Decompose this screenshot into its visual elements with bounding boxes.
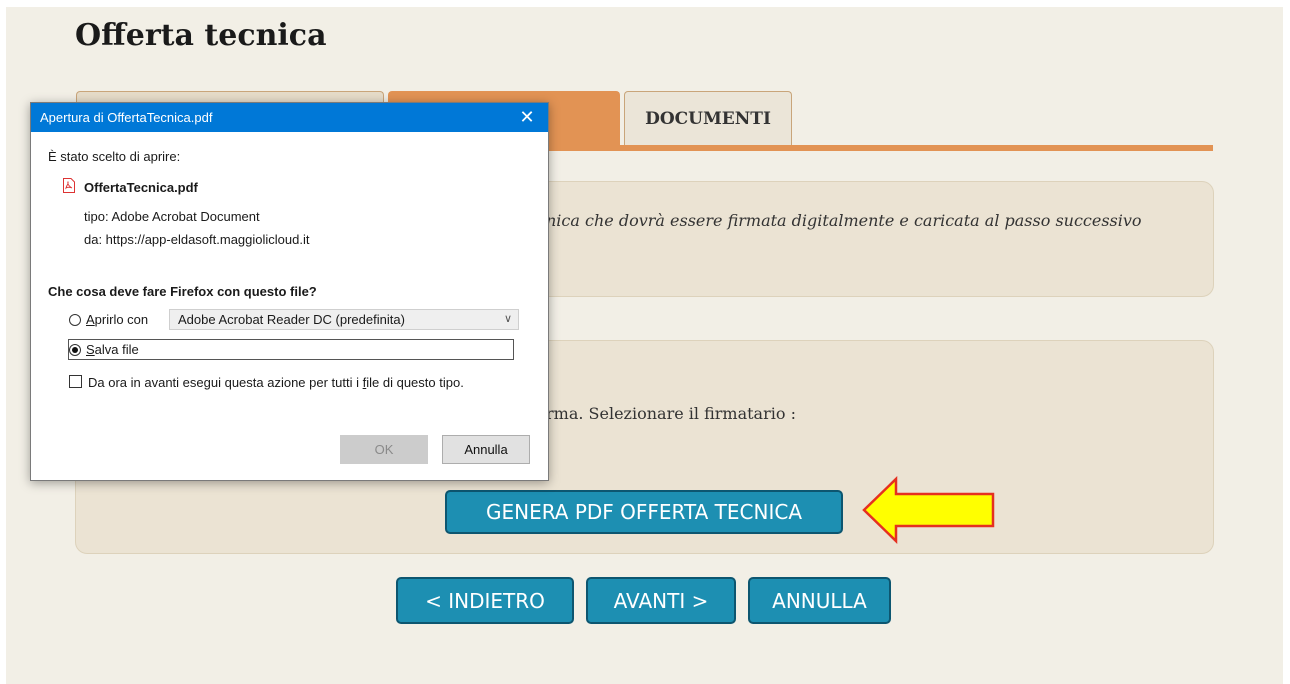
download-dialog: Apertura di OffertaTecnica.pdf ✕ È stato…: [30, 102, 549, 481]
file-type: tipo: Adobe Acrobat Document: [84, 209, 260, 224]
open-with-app: Adobe Acrobat Reader DC (predefinita): [178, 312, 405, 327]
signer-text: rma. Selezionare il firmatario :: [546, 404, 796, 423]
chevron-down-icon: ∨: [503, 313, 512, 325]
annulla-button[interactable]: Annulla: [442, 435, 530, 464]
save-file-radio[interactable]: [69, 344, 81, 356]
close-icon[interactable]: ✕: [506, 103, 548, 132]
generate-pdf-button[interactable]: GENERA PDF OFFERTA TECNICA: [445, 490, 843, 534]
info-text: nica che dovrà essere firmata digitalmen…: [546, 211, 1142, 230]
save-file-label[interactable]: Salva file: [86, 342, 139, 357]
back-button[interactable]: < INDIETRO: [396, 577, 574, 624]
open-with-radio[interactable]: [69, 314, 81, 326]
file-name: OffertaTecnica.pdf: [84, 180, 198, 195]
open-with-select[interactable]: Adobe Acrobat Reader DC (predefinita) ∨: [169, 309, 519, 330]
page-title: Offerta tecnica: [75, 18, 327, 53]
tab-documenti[interactable]: DOCUMENTI: [624, 91, 792, 145]
cancel-button[interactable]: ANNULLA: [748, 577, 891, 624]
left-arrow-icon: [862, 476, 995, 544]
ok-button[interactable]: OK: [340, 435, 428, 464]
next-button[interactable]: AVANTI >: [586, 577, 736, 624]
dialog-titlebar[interactable]: Apertura di OffertaTecnica.pdf ✕: [31, 103, 548, 132]
open-with-label[interactable]: Aprirlo con: [86, 312, 148, 327]
dialog-title: Apertura di OffertaTecnica.pdf: [40, 110, 213, 125]
pdf-file-icon: [63, 178, 75, 193]
remember-checkbox[interactable]: [69, 375, 82, 388]
chosen-label: È stato scelto di aprire:: [48, 149, 181, 164]
file-source: da: https://app-eldasoft.maggiolicloud.i…: [84, 232, 310, 247]
remember-label[interactable]: Da ora in avanti esegui questa azione pe…: [88, 375, 464, 390]
dialog-question: Che cosa deve fare Firefox con questo fi…: [48, 284, 317, 299]
